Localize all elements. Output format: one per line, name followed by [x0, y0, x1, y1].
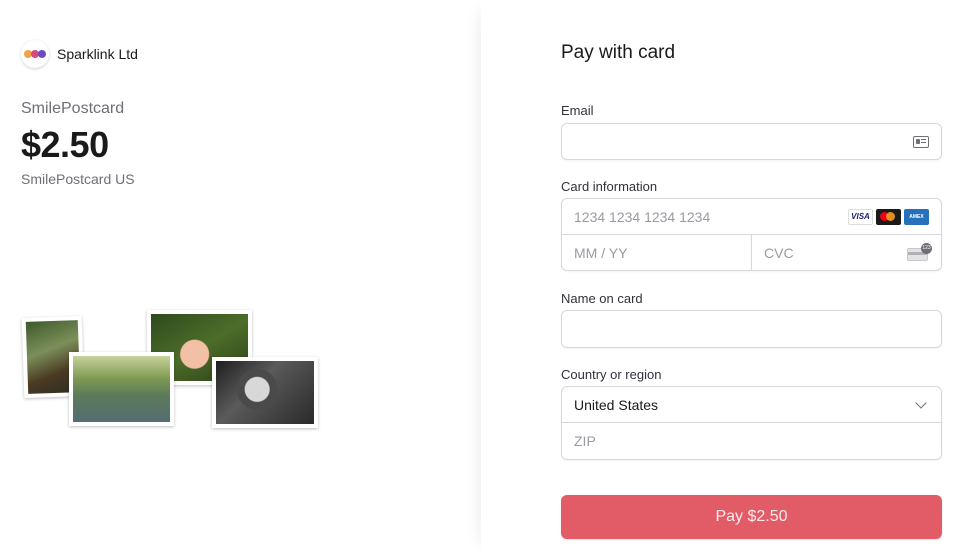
- expiry-placeholder: MM / YY: [574, 244, 628, 261]
- merchant-logo: [21, 40, 49, 68]
- pay-button[interactable]: Pay $2.50: [561, 495, 942, 539]
- product-name: SmilePostcard: [21, 100, 125, 117]
- product-description: SmilePostcard US: [21, 171, 135, 187]
- zip-field[interactable]: ZIP: [561, 422, 942, 460]
- product-price: $2.50: [21, 124, 109, 165]
- name-on-card-label: Name on card: [561, 291, 643, 306]
- card-number-field[interactable]: 1234 1234 1234 1234 VISA AMEX: [561, 198, 942, 235]
- product-image-playground: [69, 352, 174, 426]
- merchant-name: Sparklink Ltd: [57, 46, 138, 62]
- order-summary-pane: Sparklink Ltd SmilePostcard $2.50 SmileP…: [0, 0, 481, 555]
- expiry-field[interactable]: MM / YY: [561, 234, 752, 271]
- cvc-card-icon: 123: [907, 242, 932, 261]
- zip-placeholder: ZIP: [574, 433, 596, 449]
- form-title: Pay with card: [561, 42, 676, 63]
- amex-icon: AMEX: [904, 208, 929, 225]
- cvc-field[interactable]: CVC 123: [751, 234, 942, 271]
- checkout-page: Sparklink Ltd SmilePostcard $2.50 SmileP…: [0, 0, 974, 555]
- visa-icon: VISA: [848, 208, 873, 225]
- mastercard-icon: [876, 208, 901, 225]
- merchant-brand: Sparklink Ltd: [21, 40, 138, 68]
- chevron-down-icon: [915, 396, 927, 409]
- name-on-card-field[interactable]: [561, 310, 942, 348]
- card-brands: VISA AMEX: [848, 208, 929, 225]
- product-image-man: [212, 357, 318, 428]
- country-selected-value: United States: [574, 396, 659, 413]
- payment-pane: Pay with card Email Card information 123…: [481, 0, 974, 555]
- country-label: Country or region: [561, 367, 662, 382]
- cvc-placeholder: CVC: [764, 244, 794, 261]
- email-label: Email: [561, 103, 594, 118]
- logo-dot: [38, 50, 46, 58]
- country-select[interactable]: United States: [561, 386, 942, 423]
- card-information-label: Card information: [561, 179, 658, 194]
- contact-card-icon: [913, 135, 929, 148]
- email-field[interactable]: [561, 123, 942, 160]
- card-number-placeholder: 1234 1234 1234 1234: [574, 208, 711, 225]
